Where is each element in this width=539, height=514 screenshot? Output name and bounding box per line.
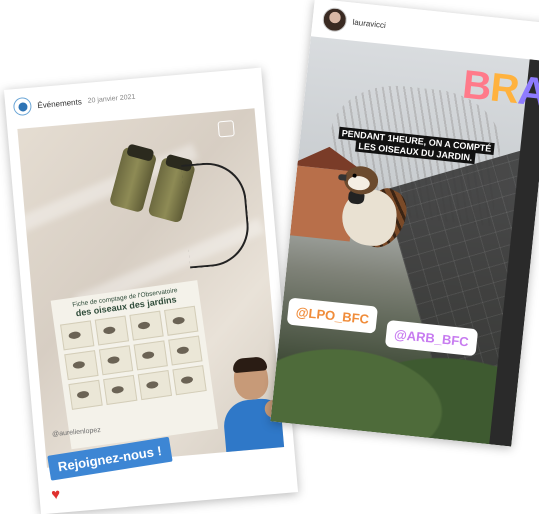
bird-cell <box>68 379 103 410</box>
account-name[interactable]: Événements <box>37 97 82 110</box>
bird-cell <box>164 305 199 336</box>
account-name[interactable]: lauravicci <box>352 17 386 29</box>
avatar[interactable] <box>12 96 33 117</box>
binocular-strap <box>181 159 252 269</box>
counting-sheet: Fiche de comptage de l'Observatoire des … <box>50 280 219 450</box>
bird-cell <box>103 374 138 405</box>
bird-cell <box>133 340 168 371</box>
bird-cell <box>94 315 130 346</box>
bird-cell <box>129 310 164 341</box>
bird-cell <box>64 350 99 381</box>
avatar-icon <box>17 101 28 112</box>
camera-icon <box>217 120 235 138</box>
bird-cell <box>137 370 173 401</box>
sparrow-sticker <box>331 162 416 259</box>
story-card-right[interactable]: lauravicci BRAV PENDANT 1HEURE, ON A COM… <box>270 0 539 447</box>
story-photo: Fiche de comptage de l'Observatoire des … <box>17 108 285 468</box>
heart-icon[interactable]: ♥ <box>51 486 61 504</box>
story-card-left[interactable]: Événements 20 janvier 2021 Fiche de comp… <box>3 67 299 514</box>
avatar[interactable] <box>321 6 348 33</box>
post-date: 20 janvier 2021 <box>87 93 136 105</box>
bird-cell <box>172 365 207 396</box>
bird-cell <box>98 345 134 376</box>
bird-cell <box>168 335 203 366</box>
bird-cell <box>60 320 95 351</box>
bird-grid <box>60 305 207 410</box>
